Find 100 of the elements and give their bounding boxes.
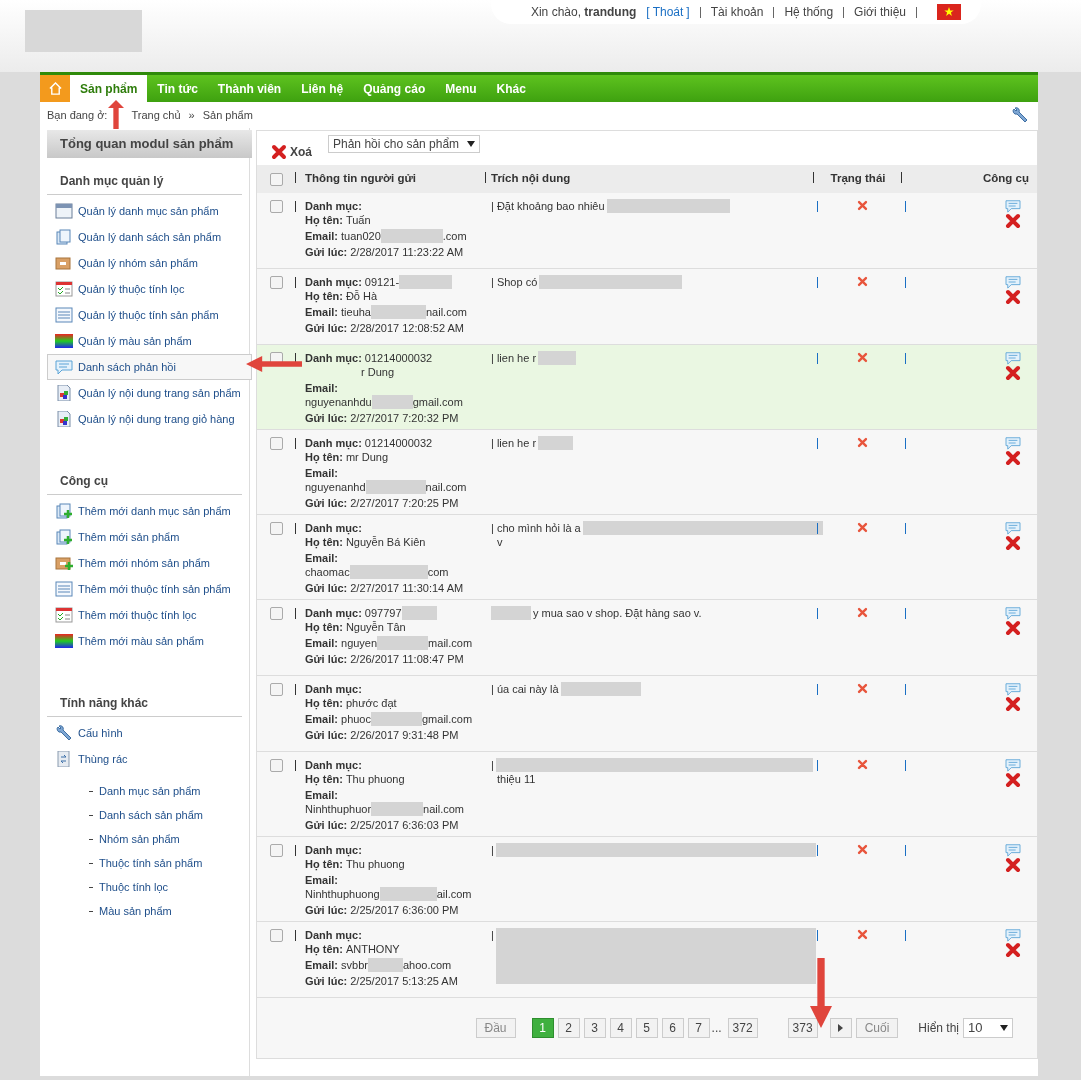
sidebar-item[interactable]: Thêm mới màu sản phẩm (47, 628, 252, 654)
row-checkbox[interactable] (269, 683, 283, 696)
wrench-icon[interactable] (1011, 107, 1029, 123)
home-tab[interactable] (40, 75, 70, 102)
field-label: Danh mục: (305, 758, 362, 772)
page-icon (55, 385, 73, 401)
field-label: Gửi lúc: (305, 974, 348, 988)
field-label: Danh mục: (305, 351, 362, 365)
field-label: Gửi lúc: (305, 245, 348, 259)
excerpt-text: | lien he r (491, 436, 537, 450)
sidebar-item[interactable]: Thùng rác (47, 746, 252, 772)
reply-icon[interactable] (1005, 351, 1021, 365)
sidebar-item[interactable]: Thêm mới thuộc tính sản phẩm (47, 576, 252, 602)
delete-icon[interactable] (1005, 857, 1021, 873)
page-button[interactable]: 4 (609, 1018, 632, 1038)
list-icon (55, 307, 73, 323)
page-button[interactable]: 6 (661, 1018, 684, 1038)
breadcrumb-separator: » (187, 107, 196, 123)
reply-icon[interactable] (1005, 275, 1021, 289)
reply-icon[interactable] (1005, 928, 1021, 942)
delete-icon[interactable] (271, 144, 287, 160)
logout-link[interactable]: Thoát (652, 3, 684, 21)
row-checkbox[interactable] (269, 200, 283, 213)
sidebar-item[interactable]: Quản lý thuộc tính sản phẩm (47, 302, 252, 328)
reply-icon[interactable] (1005, 758, 1021, 772)
annotation-arrow (246, 356, 302, 372)
reply-icon[interactable] (1005, 843, 1021, 857)
field-label: Gửi lúc: (305, 496, 348, 510)
delete-icon[interactable] (1005, 942, 1021, 958)
nav-tab[interactable]: Sản phẩm (70, 75, 148, 102)
sidebar-item[interactable]: Quản lý nhóm sản phẩm (47, 250, 252, 276)
trash-link[interactable]: Màu sản phẩm (99, 902, 172, 920)
sidebar-item[interactable]: Thêm mới danh mục sản phẩm (47, 498, 252, 524)
row-checkbox[interactable] (269, 759, 283, 772)
delete-icon[interactable] (1005, 365, 1021, 381)
sidebar-item[interactable]: Thêm mới thuộc tính lọc (47, 602, 252, 628)
row-checkbox[interactable] (269, 844, 283, 857)
field-value: nguyenanhdu (305, 395, 372, 409)
select-all-checkbox[interactable] (269, 172, 283, 186)
sidebar-item[interactable]: Quản lý nội dung trang sản phẩm (47, 380, 252, 406)
page-button[interactable]: 5 (635, 1018, 658, 1038)
column-header: Thông tin người gửi (305, 171, 418, 187)
sidebar-item[interactable]: Quản lý danh mục sản phẩm (47, 198, 252, 224)
next-page-button[interactable] (829, 1018, 852, 1038)
top-link[interactable]: Hệ thống (784, 3, 834, 21)
sidebar-item[interactable]: Cấu hình (47, 720, 252, 746)
sidebar-item[interactable]: Quản lý màu sản phẩm (47, 328, 252, 354)
delete-icon[interactable] (1005, 450, 1021, 466)
sidebar-item[interactable]: Thêm mới nhóm sản phẩm (47, 550, 252, 576)
reply-icon[interactable] (1005, 682, 1021, 696)
breadcrumb-link[interactable]: Trang chủ (131, 106, 181, 124)
reply-icon[interactable] (1005, 436, 1021, 450)
page-size-dropdown[interactable]: 10 (963, 1018, 1013, 1038)
field-value: ANTHONY (345, 942, 400, 956)
page-button[interactable]: 372 (727, 1018, 758, 1038)
row-checkbox[interactable] (269, 607, 283, 620)
trash-link[interactable]: Danh sách sản phẩm (99, 806, 203, 824)
delete-icon[interactable] (1005, 535, 1021, 551)
page-button[interactable]: 373 (787, 1018, 818, 1038)
trash-link[interactable]: Danh mục sản phẩm (99, 782, 201, 800)
breadcrumb-link[interactable]: Sản phẩm (202, 106, 253, 124)
trash-link[interactable]: Thuộc tính sản phẩm (99, 854, 203, 872)
delete-icon[interactable] (1005, 213, 1021, 229)
sidebar-item[interactable]: Quản lý nội dung trang giỏ hàng (47, 406, 252, 432)
delete-icon[interactable] (1005, 289, 1021, 305)
field-label: Email: (305, 788, 339, 802)
sidebar-item[interactable]: Quản lý danh sách sản phẩm (47, 224, 252, 250)
delete-icon[interactable] (1005, 696, 1021, 712)
field-value: Tuấn (345, 213, 371, 227)
sidebar-item[interactable]: Danh sách phản hồi (47, 354, 252, 380)
color-gradient-icon (55, 333, 73, 349)
filter-dropdown[interactable]: Phản hồi cho sản phẩm (328, 135, 481, 153)
reply-icon[interactable] (1005, 199, 1021, 213)
sidebar-item[interactable]: Quản lý thuộc tính lọc (47, 276, 252, 302)
speech-bubble-icon (55, 359, 73, 375)
delete-button[interactable]: Xoá (271, 143, 312, 161)
row-checkbox[interactable] (269, 522, 283, 535)
row-checkbox[interactable] (269, 437, 283, 450)
top-link[interactable]: Tài khoản (710, 3, 764, 21)
trash-link[interactable]: Thuộc tính lọc (99, 878, 169, 896)
delete-icon[interactable] (1005, 772, 1021, 788)
sidebar-item[interactable]: Thêm mới sản phẩm (47, 524, 252, 550)
redaction-block (538, 436, 574, 450)
flag-icon[interactable] (937, 4, 961, 20)
excerpt-text: v (496, 535, 504, 549)
page-button[interactable]: 3 (583, 1018, 606, 1038)
row-checkbox[interactable] (269, 276, 283, 289)
reply-icon[interactable] (1005, 606, 1021, 620)
field-label: Danh mục: (305, 928, 362, 942)
page-button[interactable]: 7 (687, 1018, 710, 1038)
redaction-block (371, 395, 413, 409)
reply-icon[interactable] (1005, 521, 1021, 535)
status-icon (856, 607, 868, 618)
page-button[interactable]: 2 (557, 1018, 580, 1038)
top-link[interactable]: Giới thiệu (854, 3, 906, 21)
delete-icon[interactable] (1005, 620, 1021, 636)
trash-link[interactable]: Nhóm sản phẩm (99, 830, 180, 848)
field-label: Gửi lúc: (305, 411, 348, 425)
row-checkbox[interactable] (269, 929, 283, 942)
box-icon (55, 255, 73, 271)
